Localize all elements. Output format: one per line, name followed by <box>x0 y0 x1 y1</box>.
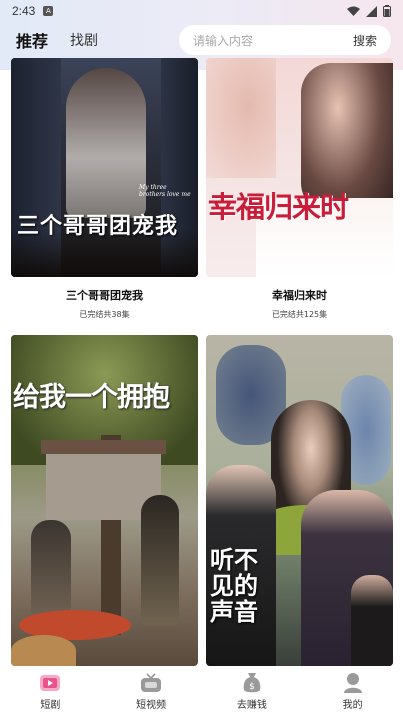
drama-poster[interactable]: 幸福归来时 <box>206 58 393 277</box>
drama-card[interactable]: 幸福归来时 幸福归来时 已完结共125集 <box>206 58 393 320</box>
nav-label: 去赚钱 <box>236 699 267 711</box>
money-bag-icon: $ <box>241 672 263 694</box>
drama-card[interactable]: 三个哥哥团宠我 My three brothers love me 三个哥哥团宠… <box>11 58 198 320</box>
drama-card[interactable]: 给我一个拥抱 <box>11 335 198 676</box>
poster-subtitle-art: My three brothers love me <box>139 184 191 198</box>
drama-title[interactable]: 幸福归来时 <box>206 287 393 303</box>
nav-short-video[interactable]: 短视频 <box>116 672 186 711</box>
nav-earn-money[interactable]: $ 去赚钱 <box>217 672 287 711</box>
tab-recommend[interactable]: 推荐 <box>16 28 48 52</box>
poster-title-art: 给我一个拥抱 <box>13 382 170 413</box>
drama-title[interactable]: 三个哥哥团宠我 <box>11 287 198 303</box>
bottom-navigation: 短剧 短视频 $ 去赚钱 我的 <box>0 666 403 716</box>
profile-icon <box>342 672 364 694</box>
tab-find-drama[interactable]: 找剧 <box>70 30 98 50</box>
battery-icon <box>383 5 391 17</box>
wifi-icon <box>347 6 360 16</box>
signal-icon <box>366 5 377 17</box>
short-drama-icon <box>39 672 61 694</box>
search-bar[interactable]: 请输入内容 搜索 <box>179 25 391 55</box>
nav-label: 短视频 <box>136 699 167 711</box>
drama-poster[interactable]: 给我一个拥抱 <box>11 335 198 666</box>
nav-short-drama[interactable]: 短剧 <box>15 672 85 711</box>
drama-episode-status: 已完结共38集 <box>79 310 130 319</box>
status-bar: 2:43 A <box>0 0 403 22</box>
drama-poster[interactable]: 听不见的声音 <box>206 335 393 666</box>
drama-poster[interactable]: 三个哥哥团宠我 My three brothers love me <box>11 58 198 277</box>
search-button[interactable]: 搜索 <box>353 32 377 49</box>
drama-episode-status: 已完结共125集 <box>271 310 328 319</box>
poster-title-art: 幸福归来时 <box>208 190 349 224</box>
sim-icon: A <box>43 6 54 16</box>
tv-icon <box>140 672 162 694</box>
status-time: 2:43 <box>12 4 36 18</box>
svg-text:$: $ <box>249 682 255 692</box>
top-header: 推荐 找剧 请输入内容 搜索 <box>0 22 403 58</box>
nav-profile[interactable]: 我的 <box>318 672 388 711</box>
poster-title-art: 听不见的声音 <box>210 545 258 626</box>
drama-card[interactable]: 听不见的声音 <box>206 335 393 666</box>
search-input[interactable]: 请输入内容 <box>193 32 253 49</box>
nav-label: 我的 <box>342 699 363 711</box>
nav-label: 短剧 <box>40 699 61 711</box>
poster-title-art: 三个哥哥团宠我 <box>17 213 179 239</box>
